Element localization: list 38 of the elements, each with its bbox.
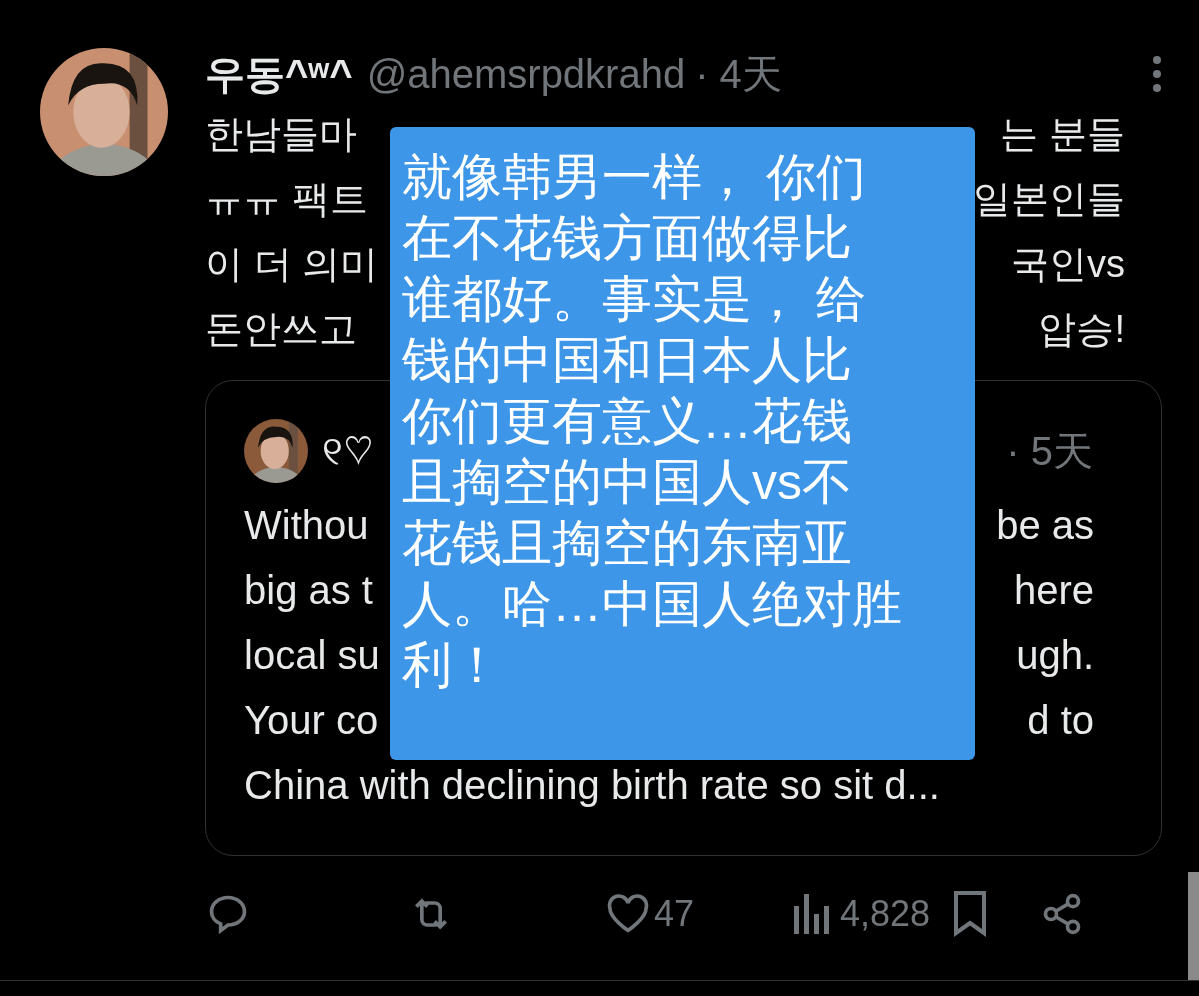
like-button[interactable]: 47 [606, 887, 695, 941]
bar-chart-icon [794, 894, 831, 934]
post-text: Your co [244, 697, 379, 744]
user-handle[interactable]: @ahemsrpdkrahd [366, 44, 686, 104]
translation-text: 且掏空的中国人vs不 [402, 453, 853, 512]
display-name[interactable]: ୧♡ [322, 421, 374, 481]
post-text: China with declining birth rate so sit d... [244, 762, 940, 809]
post-text: 한남들마 [205, 112, 357, 157]
post-text: Withou [244, 502, 369, 549]
post-time: · 4天 [695, 51, 782, 98]
post-text: d to [1027, 697, 1094, 744]
post-text: 이 더 의미 [205, 242, 379, 287]
display-name[interactable]: 우동^ʷ^ [205, 44, 353, 104]
translation-text: 谁都好。事实是， 给 [402, 270, 867, 329]
translation-text: 就像韩男一样， 你们 [402, 148, 867, 207]
more-icon[interactable] [1152, 55, 1162, 93]
views-button[interactable]: 4,828 [794, 887, 931, 941]
translation-text: 你们更有意义…花钱 [402, 392, 853, 451]
translation-text: 利！ [402, 636, 503, 695]
post-text: ㅠㅠ 팩트 [205, 177, 368, 222]
post-text: 국인vs [1011, 242, 1125, 287]
translation-text: 在不花钱方面做得比 [402, 209, 853, 268]
post-text: 압승! [1038, 307, 1125, 352]
post-text: 는 분들 [1000, 112, 1125, 157]
post-text: be as [996, 502, 1094, 549]
scrollbar[interactable] [1188, 872, 1199, 980]
post-text: here [1013, 567, 1094, 614]
post-time: · 5天 [1006, 428, 1093, 475]
translation-text: 人。哈…中国人绝对胜 [402, 575, 903, 634]
translation-text: 花钱且掏空的东南亚 [402, 514, 853, 573]
post-text: ugh. [1016, 632, 1094, 679]
post-text: 돈안쓰고 [205, 307, 357, 352]
post-text: 일본인들 [973, 177, 1125, 222]
post-text: local su [244, 632, 380, 679]
bookmark-icon[interactable] [952, 891, 989, 937]
translation-text: 钱的中国和日本人比 [402, 331, 853, 390]
post-text: big as t [244, 567, 373, 614]
heart-icon [606, 894, 650, 934]
